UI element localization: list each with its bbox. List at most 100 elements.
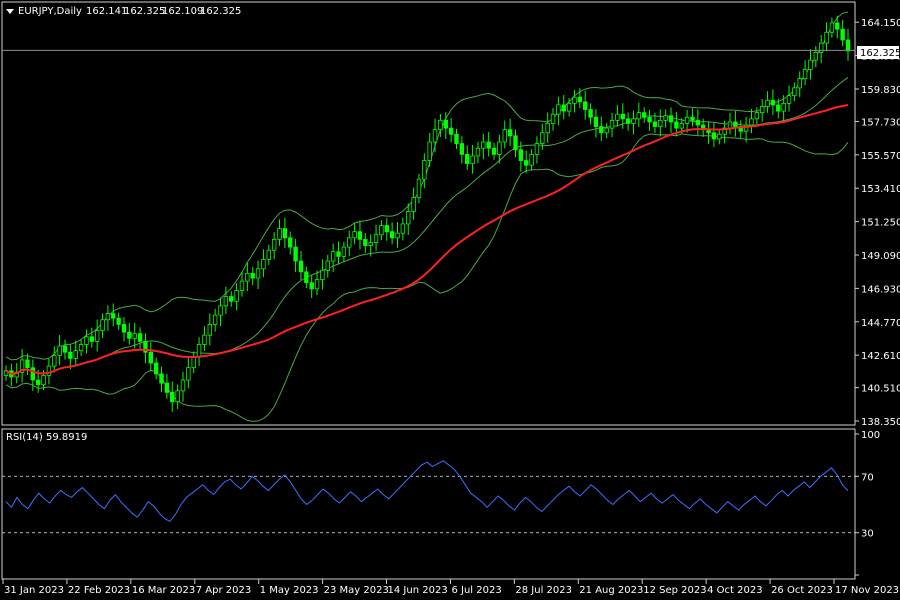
- price-tick-label: 164.150: [861, 18, 900, 29]
- candle-up: [132, 333, 137, 339]
- candle-down: [121, 323, 127, 333]
- candle-up: [175, 390, 180, 403]
- candle-down: [443, 119, 448, 129]
- candle-up: [717, 133, 722, 140]
- candle-up: [41, 375, 46, 386]
- candle-down: [690, 116, 695, 121]
- candle-up: [759, 106, 765, 114]
- candle-up: [255, 268, 261, 279]
- chart-canvas: EURJPY,Daily 162.141 162.325 162.109 162…: [1, 1, 900, 596]
- candle-down: [599, 126, 604, 134]
- candle-up: [824, 31, 829, 44]
- rsi-axis: 100 70 30: [855, 430, 880, 576]
- candle-up: [202, 334, 207, 345]
- candle-down: [30, 367, 36, 381]
- time-tick-label: 17 Nov 2023: [835, 585, 899, 596]
- candle-up: [663, 115, 668, 121]
- candle-up: [684, 116, 690, 124]
- price-tick-label: 142.610: [861, 351, 900, 362]
- candle-down: [68, 351, 73, 359]
- rsi-panel: RSI(14) 59.8919: [1, 428, 856, 580]
- candle-up: [368, 242, 373, 246]
- candle-up: [604, 127, 609, 134]
- candle-up: [271, 238, 277, 251]
- candle-up: [46, 365, 52, 376]
- candle-up: [186, 367, 191, 381]
- candle-up: [792, 87, 797, 97]
- candle-down: [524, 160, 529, 166]
- ohlc-close: 162.325: [200, 6, 241, 17]
- candle-up: [400, 223, 406, 234]
- candle-up: [422, 160, 427, 180]
- candle-up: [84, 336, 89, 345]
- candle-up: [245, 272, 250, 282]
- candle-down: [309, 282, 314, 290]
- candle-up: [218, 305, 223, 316]
- price-tick-label: 140.510: [861, 384, 900, 395]
- candle-down: [465, 153, 470, 165]
- candle-up: [534, 143, 540, 155]
- candle-down: [695, 119, 701, 126]
- candle-down: [116, 317, 121, 325]
- time-tick-label: 1 May 2023: [260, 585, 319, 596]
- candle-down: [35, 379, 41, 386]
- time-tick-label: 16 Mar 2023: [132, 585, 195, 596]
- candle-down: [840, 28, 845, 41]
- candle-up: [540, 132, 545, 144]
- time-tick-label: 6 Jul 2023: [451, 585, 501, 596]
- price-axis: 164.150161.990159.830157.730155.570153.4…: [855, 18, 900, 428]
- candle-up: [347, 237, 352, 248]
- rsi-panel-frame: [1, 428, 856, 580]
- candle-up: [180, 379, 186, 392]
- candle-up: [609, 119, 615, 129]
- price-panel: EURJPY,Daily 162.141 162.325 162.109 162…: [1, 1, 856, 426]
- candle-up: [52, 354, 57, 367]
- candle-up: [470, 155, 475, 165]
- candle-down: [652, 121, 658, 127]
- candle-up: [239, 280, 245, 291]
- candle-up: [679, 123, 684, 129]
- candle-up: [100, 319, 105, 331]
- rsi-tick-label: 30: [861, 529, 874, 540]
- candle-up: [545, 123, 550, 134]
- candle-up: [266, 249, 271, 260]
- candle-up: [658, 119, 663, 127]
- candle-down: [304, 271, 309, 284]
- candle-down: [111, 313, 116, 319]
- time-tick-label: 7 Apr 2023: [196, 585, 251, 596]
- candle-up: [438, 119, 443, 131]
- candle-up: [105, 313, 111, 321]
- candle-down: [62, 345, 68, 353]
- candle-up: [379, 225, 384, 236]
- candle-down: [164, 382, 170, 393]
- candle-down: [486, 141, 491, 149]
- candle-up: [325, 260, 330, 271]
- candle-up: [314, 279, 320, 290]
- candle-up: [786, 95, 792, 104]
- price-tick-label: 146.930: [861, 284, 900, 295]
- rsi-tick-label: 100: [861, 430, 880, 441]
- candle-down: [89, 336, 95, 342]
- candle-up: [352, 231, 357, 239]
- candle-down: [518, 149, 524, 161]
- candle-up: [749, 118, 754, 126]
- symbol-label: EURJPY,Daily: [18, 6, 82, 17]
- candle-down: [293, 246, 298, 262]
- candle-down: [288, 237, 293, 248]
- candle-down: [384, 225, 389, 233]
- candle-up: [636, 112, 642, 120]
- candle-up: [754, 112, 760, 120]
- candle-down: [229, 296, 234, 302]
- candle-up: [234, 289, 239, 302]
- time-tick-label: 31 Jan 2023: [4, 585, 64, 596]
- candle-up: [818, 42, 824, 53]
- candle-up: [475, 147, 481, 157]
- candle-down: [625, 118, 631, 124]
- candle-down: [363, 238, 368, 246]
- candle-down: [513, 135, 518, 151]
- candle-up: [406, 211, 411, 225]
- candle-down: [491, 147, 497, 155]
- price-panel-frame: [1, 1, 856, 426]
- candle-down: [845, 39, 851, 52]
- candle-up: [57, 345, 62, 356]
